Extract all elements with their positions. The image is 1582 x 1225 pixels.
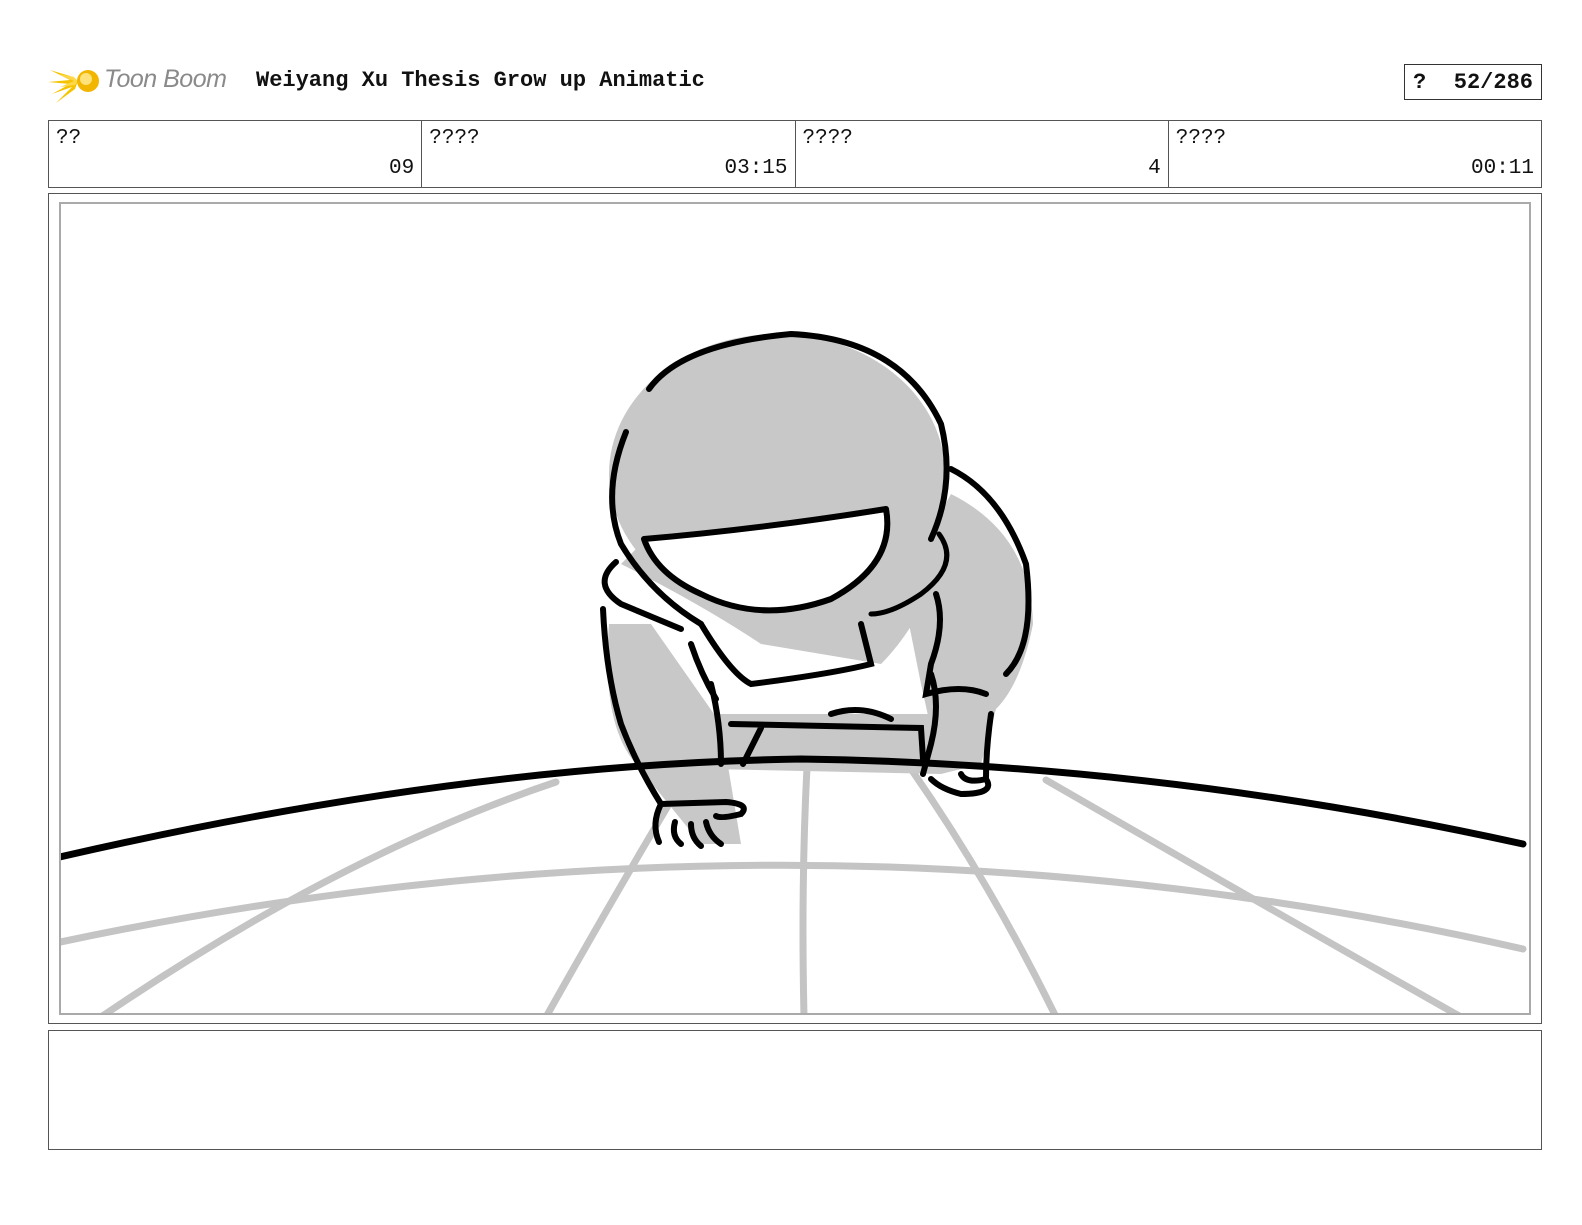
info-label: ???? — [1175, 127, 1227, 150]
sketch-drawing — [61, 330, 1527, 1013]
info-cell-panel: ???? 4 — [796, 121, 1169, 187]
info-cell-scene: ?? 09 — [49, 121, 423, 187]
panel-frame — [59, 202, 1531, 1015]
info-value: 00:11 — [1470, 157, 1534, 180]
page-counter: ? 52/286 — [1404, 64, 1542, 100]
dialogue-notes-area[interactable] — [48, 1030, 1542, 1150]
storyboard-title: Weiyang Xu Thesis Grow up Animatic — [256, 68, 705, 93]
info-cell-panel-duration: ???? 00:11 — [1169, 121, 1541, 187]
page-marker: ? — [1413, 70, 1427, 95]
kneeling-character — [600, 330, 1033, 849]
logo-text: Toon Boom — [104, 65, 227, 93]
info-label: ???? — [802, 127, 853, 150]
info-label: ???? — [429, 127, 480, 150]
info-value: 4 — [1148, 157, 1161, 180]
info-value: 09 — [389, 157, 415, 180]
info-value: 03:15 — [724, 157, 788, 180]
page-number: 52/286 — [1453, 70, 1533, 95]
starburst-icon — [48, 62, 99, 103]
toon-boom-logo: Toon Boom — [48, 56, 248, 106]
storyboard-panel — [48, 193, 1542, 1024]
panel-info-row: ?? 09 ???? 03:15 ???? 4 ???? 00:11 — [48, 120, 1542, 188]
info-cell-duration: ???? 03:15 — [422, 121, 796, 187]
page-header: Toon Boom Weiyang Xu Thesis Grow up Anim… — [48, 56, 1542, 106]
planet-horizon — [61, 755, 1527, 861]
info-label: ?? — [56, 127, 82, 150]
